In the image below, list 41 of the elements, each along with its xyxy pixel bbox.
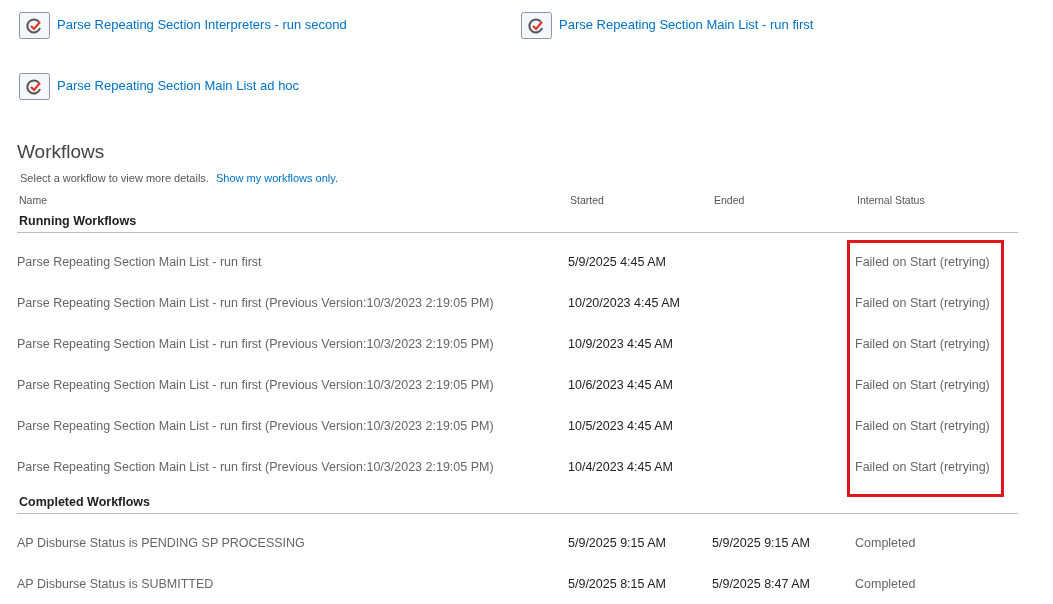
workflow-name[interactable]: Parse Repeating Section Main List - run first (Previous Version:10/3/2023 2:19:05 PM) bbox=[17, 295, 568, 310]
status-text: Failed on Start (retrying) bbox=[855, 336, 991, 351]
column-header: Name bbox=[18, 194, 48, 206]
workflow-name[interactable]: Parse Repeating Section Main List - run first (Previous Version:10/3/2023 2:19:05 PM) bbox=[17, 336, 568, 351]
started-time: 10/5/2023 4:45 AM bbox=[568, 418, 674, 433]
started-time: 5/9/2025 4:45 AM bbox=[568, 254, 667, 269]
started-time: 5/9/2025 9:15 AM bbox=[568, 535, 667, 550]
ended-time: 5/9/2025 8:47 AM bbox=[712, 576, 811, 591]
workflow-icon[interactable] bbox=[19, 12, 50, 39]
status-text: Completed bbox=[855, 576, 917, 591]
workflow-name[interactable]: AP Disburse Status is SUBMITTED bbox=[17, 576, 568, 591]
workflow-name[interactable]: Parse Repeating Section Main List - run first bbox=[17, 254, 568, 269]
status-text: Failed on Start (retrying) bbox=[855, 254, 991, 269]
started-time: 10/6/2023 4:45 AM bbox=[568, 377, 674, 392]
workflow-link[interactable]: Parse Repeating Section Interpreters - run second bbox=[57, 17, 347, 32]
workflow-link[interactable]: Parse Repeating Section Main List ad hoc bbox=[57, 78, 300, 93]
column-header: Started bbox=[569, 194, 605, 206]
workflow-icon[interactable] bbox=[19, 73, 50, 100]
status-text: Failed on Start (retrying) bbox=[855, 295, 991, 310]
section-title: Workflows bbox=[17, 140, 106, 164]
workflow-icon[interactable] bbox=[521, 12, 552, 39]
group-heading: Completed Workflows bbox=[17, 487, 1018, 514]
started-time: 10/20/2023 4:45 AM bbox=[568, 295, 681, 310]
column-header: Internal Status bbox=[856, 194, 926, 206]
status-text: Failed on Start (retrying) bbox=[855, 459, 991, 474]
workflow-link[interactable]: Parse Repeating Section Main List - run first bbox=[559, 17, 814, 32]
workflow-name[interactable]: Parse Repeating Section Main List - run first (Previous Version:10/3/2023 2:19:05 PM) bbox=[17, 459, 568, 474]
group-heading: Running Workflows bbox=[17, 206, 1018, 233]
workflow-name[interactable]: Parse Repeating Section Main List - run first (Previous Version:10/3/2023 2:19:05 PM) bbox=[17, 418, 568, 433]
column-header: Ended bbox=[713, 194, 746, 206]
started-time: 5/9/2025 8:15 AM bbox=[568, 576, 667, 591]
hint-text: Select a workflow to view more details. bbox=[20, 172, 209, 184]
filter-link[interactable]: Show my workflows only. bbox=[215, 172, 338, 184]
workflow-name[interactable]: AP Disburse Status is PENDING SP PROCESSING bbox=[17, 535, 568, 550]
status-text: Failed on Start (retrying) bbox=[855, 418, 991, 433]
started-time: 10/4/2023 4:45 AM bbox=[568, 459, 674, 474]
workflow-name[interactable]: Parse Repeating Section Main List - run first (Previous Version:10/3/2023 2:19:05 PM) bbox=[17, 377, 568, 392]
ended-time: 5/9/2025 9:15 AM bbox=[712, 535, 811, 550]
started-time: 10/9/2023 4:45 AM bbox=[568, 336, 674, 351]
status-text: Failed on Start (retrying) bbox=[855, 377, 991, 392]
status-text: Completed bbox=[855, 535, 917, 550]
